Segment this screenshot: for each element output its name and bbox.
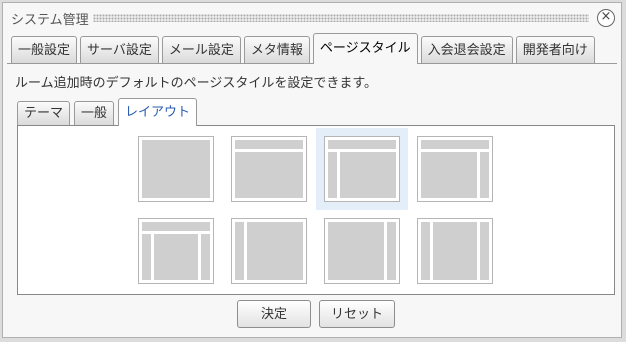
layout-header-main[interactable] xyxy=(231,136,307,202)
layout-header-main-right[interactable] xyxy=(417,136,493,202)
main-area xyxy=(142,140,210,198)
sub-tab-bar: テーマ 一般 レイアウト xyxy=(17,98,201,126)
system-admin-dialog: システム管理 × 一般設定 サーバ設定 メール設定 メタ情報 ページスタイル 入… xyxy=(2,2,622,338)
header-area xyxy=(142,222,210,231)
main-area xyxy=(433,222,477,280)
main-area xyxy=(340,152,396,198)
layout-header-left-main-right[interactable] xyxy=(138,218,214,284)
tab-membership[interactable]: 入会退会設定 xyxy=(420,36,513,64)
drag-handle[interactable] xyxy=(93,14,589,22)
layout-left-main[interactable] xyxy=(231,218,307,284)
left-column xyxy=(142,234,151,280)
layout-panel xyxy=(17,125,615,295)
tab-meta[interactable]: メタ情報 xyxy=(243,36,310,64)
main-area xyxy=(154,234,198,280)
main-tab-bar: 一般設定 サーバ設定 メール設定 メタ情報 ページスタイル 入会退会設定 開発者… xyxy=(11,33,598,64)
header-area xyxy=(421,140,489,149)
ok-button[interactable]: 決定 xyxy=(237,300,311,328)
left-column xyxy=(421,222,430,280)
subtab-theme[interactable]: テーマ xyxy=(17,101,71,126)
reset-button[interactable]: リセット xyxy=(319,300,395,328)
header-area xyxy=(328,140,396,149)
right-column xyxy=(480,222,489,280)
right-column xyxy=(201,234,210,280)
main-area xyxy=(247,222,303,280)
close-icon[interactable]: × xyxy=(597,9,615,27)
dialog-title: システム管理 xyxy=(11,13,89,28)
right-column xyxy=(480,152,489,198)
left-column xyxy=(235,222,244,280)
right-column xyxy=(387,222,396,280)
main-area xyxy=(421,152,477,198)
tab-mail[interactable]: メール設定 xyxy=(161,36,241,64)
left-column xyxy=(328,152,337,198)
subtab-general[interactable]: 一般 xyxy=(74,101,115,126)
title-bar[interactable]: システム管理 × xyxy=(3,3,621,33)
main-area xyxy=(235,152,303,198)
layout-header-left-main[interactable] xyxy=(324,136,400,202)
tab-page-style[interactable]: ページスタイル xyxy=(312,33,418,64)
header-area xyxy=(235,140,303,149)
layout-main-right[interactable] xyxy=(324,218,400,284)
subtab-layout[interactable]: レイアウト xyxy=(118,98,198,126)
layout-main-only[interactable] xyxy=(138,136,214,202)
main-area xyxy=(328,222,384,280)
tab-general[interactable]: 一般設定 xyxy=(11,36,78,64)
layout-left-main-right[interactable] xyxy=(417,218,493,284)
tab-server[interactable]: サーバ設定 xyxy=(80,36,159,64)
page-style-description: ルーム追加時のデフォルトのページスタイルを設定できます。 xyxy=(15,76,378,91)
tab-developer[interactable]: 開発者向け xyxy=(515,36,595,64)
